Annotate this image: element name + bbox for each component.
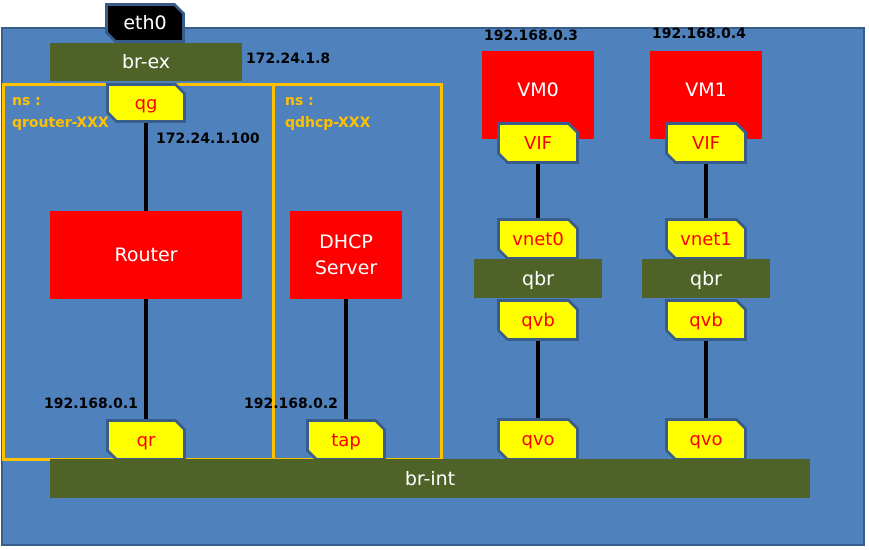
dhcp-server-label-line1: DHCP: [319, 231, 373, 253]
port-tap: tap: [306, 419, 386, 461]
nic-eth0: eth0: [105, 3, 185, 43]
dhcp-server: DHCP Server: [290, 211, 402, 299]
port-vif1: VIF: [665, 122, 747, 164]
port-vnet0: vnet0: [497, 218, 579, 260]
port-tap-label: tap: [309, 422, 383, 458]
ip-vm0: 192.168.0.3: [484, 28, 578, 44]
namespace-qdhcp-prefix: ns :: [285, 93, 314, 109]
ip-br-ex: 172.24.1.8: [246, 51, 331, 67]
port-qvb0: qvb: [497, 299, 579, 341]
port-qvb0-label: qvb: [500, 302, 576, 338]
namespace-qrouter-label: ns : qrouter-XXX: [12, 90, 109, 134]
dhcp-server-label-line2: Server: [314, 257, 378, 279]
namespace-qrouter-prefix: ns :: [12, 93, 41, 109]
port-qvo0: qvo: [497, 418, 579, 461]
port-vnet1-label: vnet1: [668, 221, 744, 257]
router: Router: [50, 211, 242, 299]
port-vnet0-label: vnet0: [500, 221, 576, 257]
ip-qr: 192.168.0.1: [44, 396, 138, 412]
port-vif1-label: VIF: [668, 125, 744, 161]
ip-qg: 172.24.1.100: [156, 131, 260, 147]
bridge-br-ex: br-ex: [50, 43, 242, 81]
port-vif0-label: VIF: [500, 125, 576, 161]
wire-vif0-vnet0: [536, 160, 540, 222]
ip-tap: 192.168.0.2: [244, 396, 338, 412]
nic-eth0-label: eth0: [108, 6, 182, 40]
port-qvb1-label: qvb: [668, 302, 744, 338]
bridge-br-int: br-int: [50, 459, 810, 498]
port-vif0: VIF: [497, 122, 579, 164]
wire-dhcp-tap: [344, 297, 348, 422]
port-qvo1-label: qvo: [668, 421, 744, 458]
port-qvo1: qvo: [665, 418, 747, 461]
port-qvo0-label: qvo: [500, 421, 576, 458]
wire-router-qr: [144, 297, 148, 422]
bridge-qbr0: qbr: [474, 259, 602, 298]
namespace-qdhcp-name: qdhcp-XXX: [285, 115, 371, 131]
port-qvb1: qvb: [665, 299, 747, 341]
namespace-qrouter-name: qrouter-XXX: [12, 115, 109, 131]
port-qg: qg: [106, 83, 186, 123]
wire-qvb1-qvo1: [704, 340, 708, 422]
port-qg-label: qg: [109, 86, 183, 120]
wire-vif1-vnet1: [704, 160, 708, 222]
port-qr-label: qr: [109, 422, 183, 458]
port-qr: qr: [106, 419, 186, 461]
port-vnet1: vnet1: [665, 218, 747, 260]
bridge-qbr1: qbr: [642, 259, 770, 298]
ip-vm1: 192.168.0.4: [652, 26, 746, 42]
wire-qvb0-qvo0: [536, 340, 540, 422]
vm1-label: VM1: [685, 79, 727, 101]
wire-qg-router: [144, 120, 148, 212]
namespace-qdhcp-label: ns : qdhcp-XXX: [285, 90, 370, 134]
vm0-label: VM0: [517, 79, 559, 101]
